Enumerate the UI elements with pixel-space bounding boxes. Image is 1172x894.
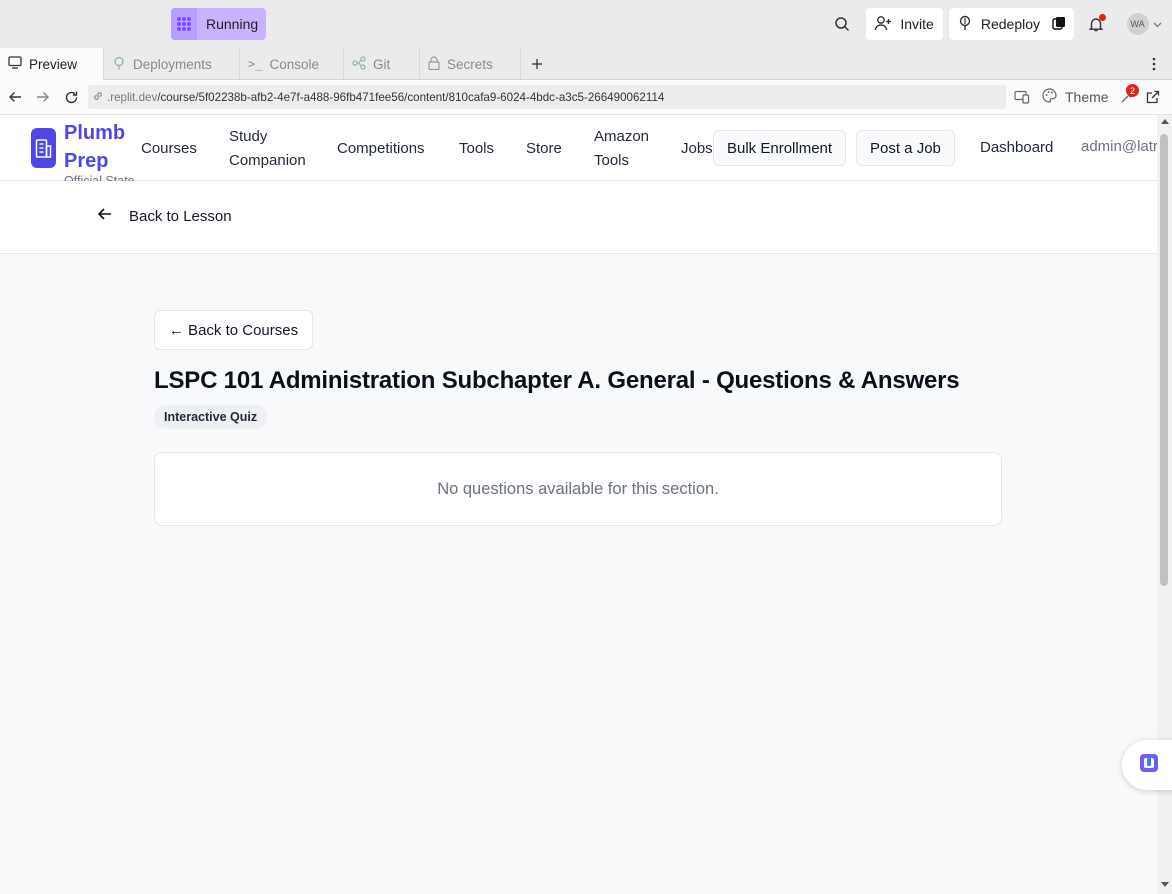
- link-icon: [92, 90, 104, 105]
- tab-preview[interactable]: Preview: [0, 48, 104, 80]
- brand-name[interactable]: Plumb Prep: [64, 119, 130, 175]
- open-external-icon[interactable]: [1144, 88, 1162, 106]
- lock-icon: [428, 55, 440, 73]
- git-icon: [352, 55, 366, 73]
- chevron-down-icon: [1153, 15, 1162, 33]
- tab-secrets[interactable]: Secrets: [420, 48, 521, 80]
- empty-state-card: No questions available for this section.: [154, 452, 1002, 526]
- run-status-button[interactable]: Running: [171, 8, 267, 40]
- nav-tools[interactable]: Tools: [459, 137, 494, 161]
- search-icon[interactable]: [826, 8, 858, 40]
- tab-console[interactable]: >_ Console: [240, 48, 344, 80]
- assistant-widget-button[interactable]: [1122, 740, 1172, 790]
- account-menu[interactable]: WA: [1122, 8, 1166, 40]
- page-title: LSPC 101 Administration Subchapter A. Ge…: [154, 367, 960, 394]
- forward-arrow-icon[interactable]: [34, 88, 52, 106]
- url-path: /course/5f02238b-afb2-4e7f-a488-96fb471f…: [157, 90, 665, 104]
- invite-button[interactable]: Invite: [866, 8, 943, 40]
- new-tab-plus-icon[interactable]: [529, 56, 545, 72]
- deploy-icon: [112, 56, 126, 73]
- workspace-tabstrip: Preview Deployments >_ Console Git Secre…: [0, 48, 1172, 80]
- run-grid-icon: [171, 8, 197, 40]
- scrollbar-thumb[interactable]: [1160, 134, 1168, 586]
- arrow-left-icon: [97, 207, 113, 225]
- monitor-icon: [8, 56, 22, 72]
- back-to-lesson-link[interactable]: Back to Lesson: [97, 207, 232, 225]
- tab-label: Console: [269, 56, 319, 72]
- url-input[interactable]: .replit.dev/course/5f02238b-afb2-4e7f-a4…: [88, 85, 1006, 109]
- devtools-count-badge: 2: [1126, 84, 1139, 97]
- redeploy-options-icon[interactable]: [1052, 16, 1066, 33]
- nav-amazon-tools[interactable]: Amazon Tools: [594, 125, 664, 173]
- back-to-lesson-label: Back to Lesson: [129, 207, 232, 225]
- redeploy-button[interactable]: Redeploy: [948, 8, 1074, 40]
- nav-store[interactable]: Store: [526, 137, 562, 161]
- nav-study-companion[interactable]: Study Companion: [229, 125, 319, 173]
- theme-button[interactable]: Theme: [1042, 88, 1109, 106]
- back-arrow-icon[interactable]: [6, 88, 24, 106]
- invite-label: Invite: [900, 16, 934, 32]
- add-user-icon: [874, 15, 892, 34]
- site-header: Plumb Prep Official State Prep Course Co…: [0, 115, 1157, 204]
- deploy-icon: [957, 15, 973, 34]
- terminal-icon: >_: [248, 57, 263, 71]
- tab-label: Secrets: [447, 56, 493, 72]
- scroll-up-arrow-icon[interactable]: [1161, 119, 1169, 124]
- notifications-bell-icon[interactable]: [1080, 8, 1112, 40]
- user-email[interactable]: admin@latr: [1081, 138, 1157, 155]
- tab-label: Git: [373, 56, 391, 72]
- run-status-label: Running: [206, 16, 259, 32]
- bulk-enrollment-button[interactable]: Bulk Enrollment: [713, 130, 847, 166]
- tab-label: Deployments: [133, 56, 212, 72]
- nav-competitions[interactable]: Competitions: [337, 137, 425, 161]
- reload-icon[interactable]: [62, 88, 80, 106]
- nav-jobs[interactable]: Jobs: [681, 137, 713, 161]
- post-a-job-button[interactable]: Post a Job: [856, 130, 955, 166]
- empty-state-message: No questions available for this section.: [437, 479, 719, 498]
- preview-urlbar: .replit.dev/course/5f02238b-afb2-4e7f-a4…: [0, 80, 1172, 115]
- content-type-badge: Interactive Quiz: [154, 405, 268, 429]
- redeploy-label: Redeploy: [980, 16, 1040, 32]
- palette-icon: [1042, 88, 1057, 106]
- url-host: .replit.dev: [107, 90, 158, 104]
- app-preview: Plumb Prep Official State Prep Course Co…: [0, 115, 1157, 894]
- workspace-topbar: Running Invite Redeploy WA: [0, 0, 1172, 48]
- assistant-icon: [1139, 753, 1159, 778]
- more-options-icon[interactable]: [1146, 56, 1162, 72]
- building-logo-icon[interactable]: [31, 128, 56, 168]
- theme-label: Theme: [1065, 89, 1109, 105]
- tab-label: Preview: [29, 56, 78, 72]
- nav-courses[interactable]: Courses: [141, 137, 197, 161]
- nav-dashboard[interactable]: Dashboard: [980, 136, 1053, 160]
- tab-deployments[interactable]: Deployments: [104, 48, 240, 80]
- back-to-courses-button[interactable]: ← Back to Courses: [154, 310, 313, 350]
- avatar: WA: [1126, 13, 1149, 35]
- lesson-nav-bar: Back to Lesson: [0, 181, 1157, 254]
- devices-icon[interactable]: [1013, 88, 1031, 106]
- scroll-down-arrow-icon[interactable]: [1161, 882, 1169, 887]
- tab-git[interactable]: Git: [344, 48, 420, 80]
- notification-dot: [1099, 14, 1106, 21]
